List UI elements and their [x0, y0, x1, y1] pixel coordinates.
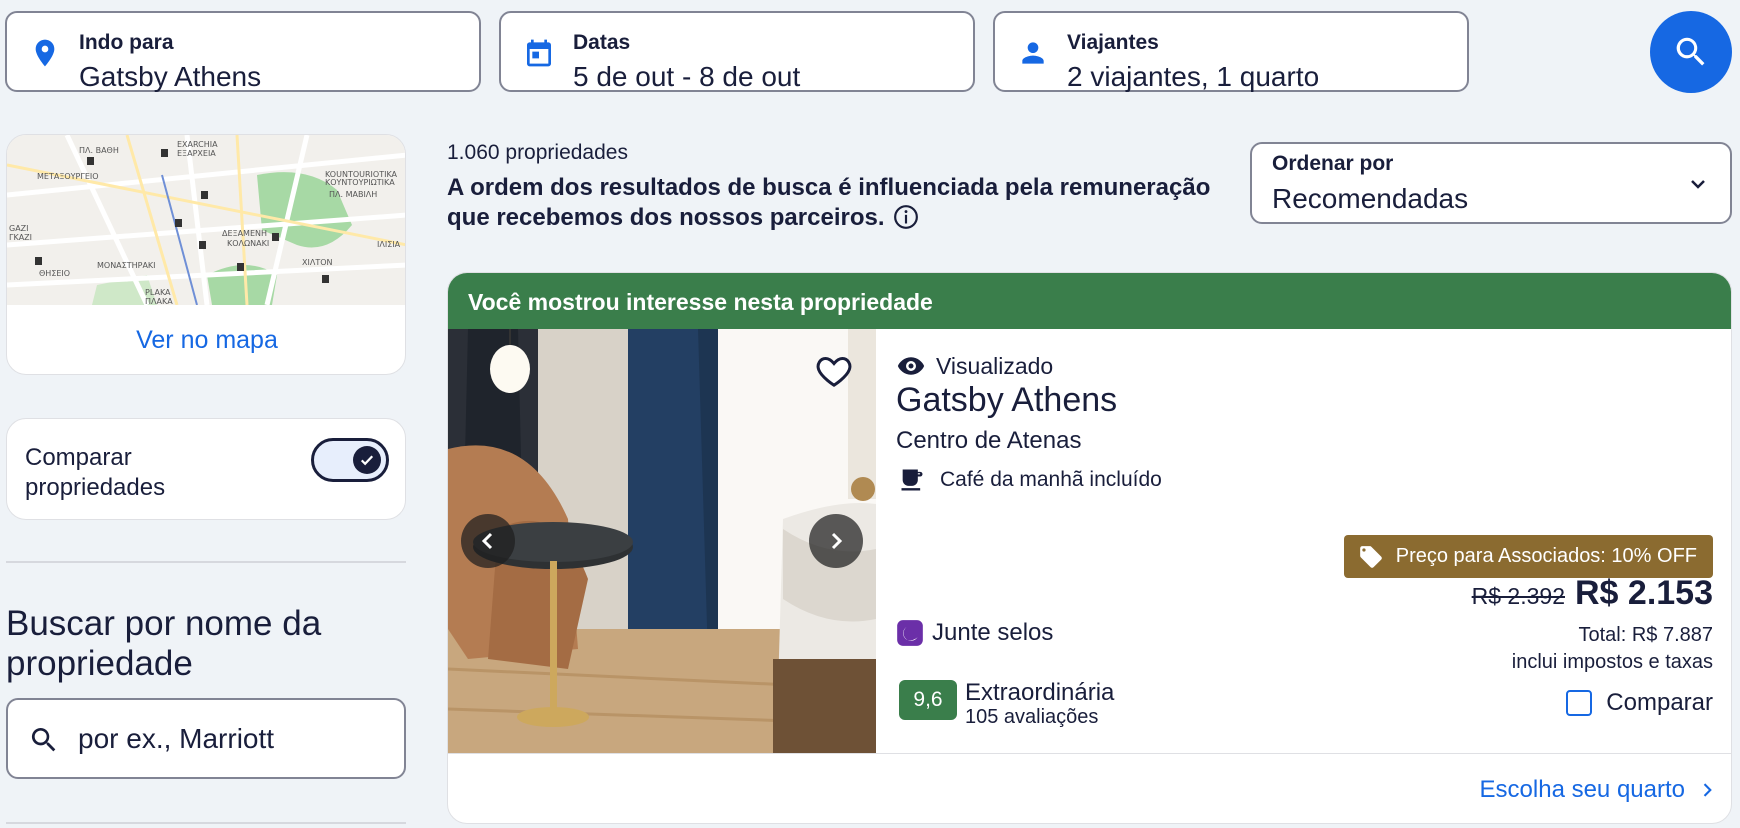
member-price-badge: Preço para Associados: 10% OFF [1343, 535, 1713, 578]
map-label: ΠΛΑΚΑ [145, 297, 173, 305]
sidebar-divider [6, 561, 406, 563]
search-button[interactable] [1650, 11, 1732, 93]
view-on-map-link[interactable]: Ver no mapa [7, 305, 405, 374]
eye-icon [897, 357, 925, 375]
person-icon [1022, 42, 1044, 64]
destination-label: Indo para [79, 31, 174, 54]
map-label: ΕΞΑΡΧΕΙΑ [177, 149, 216, 158]
search-icon [31, 728, 56, 752]
map-label: ΜΟΝΑΣΤΗΡΑΚΙ [97, 261, 156, 270]
checkbox-box[interactable] [1566, 690, 1593, 716]
viewed-indicator: Visualizado [896, 351, 1053, 381]
destination-field[interactable]: Indo para Gatsby Athens [5, 11, 481, 92]
map-label: ΘΗΣΕΙΟ [39, 269, 70, 278]
dates-label: Datas [573, 31, 631, 54]
property-photo[interactable] [448, 329, 876, 753]
rating-score: 9,6 [899, 680, 957, 720]
tag-icon [1359, 545, 1382, 568]
choose-room-label: Escolha seu quarto [1479, 776, 1685, 803]
compare-properties-card: Comparar propriedades [6, 418, 406, 520]
map-label: ΔΕΞΑΜΕΝΗ [222, 229, 267, 238]
map-label: ΜΕΤΑΞΟΥΡΓΕΙΟ [37, 172, 99, 181]
compare-properties-toggle[interactable] [311, 438, 389, 482]
taxes-note: inclui impostos e taxas [1511, 651, 1713, 673]
total-price: Total: R$ 7.887 [1578, 624, 1713, 646]
map-label: ΠΛ. ΒΑΘΗ [79, 146, 119, 155]
property-name[interactable]: Gatsby Athens [896, 381, 1117, 420]
property-info: Visualizado Gatsby Athens Centro de Aten… [896, 329, 1731, 753]
property-name-search-field[interactable] [6, 698, 406, 779]
previous-photo-button[interactable] [461, 514, 515, 568]
sidebar-divider [6, 822, 406, 824]
original-price: R$ 2.392 [1471, 583, 1565, 609]
chevron-right-icon [1703, 783, 1712, 797]
map-label: ΓΚΑΖΙ [9, 233, 32, 242]
stamps-icon [897, 620, 923, 646]
sort-label: Ordenar por [1272, 152, 1394, 175]
calendar-icon [527, 39, 551, 67]
choose-room-link[interactable]: Escolha seu quarto [1480, 776, 1717, 804]
property-card[interactable]: Você mostrou interesse nesta propriedade [447, 272, 1732, 824]
map-label: ΙΛΙΣΙΑ [377, 240, 401, 249]
member-price-label: Preço para Associados: 10% OFF [1395, 545, 1697, 567]
sort-value: Recomendadas [1272, 183, 1469, 214]
dates-field[interactable]: Datas 5 de out - 8 de out [499, 11, 975, 92]
property-location: Centro de Atenas [896, 427, 1082, 454]
chevron-right-icon [831, 532, 843, 550]
location-pin-icon [35, 39, 55, 67]
ranking-disclaimer: A ordem dos resultados de busca é influe… [447, 173, 1247, 233]
compare-checkbox[interactable]: Comparar [1566, 689, 1713, 717]
travelers-value: 2 viajantes, 1 quarto [1067, 61, 1320, 92]
amenity-breakfast: Café da manhã incluído [898, 466, 1162, 494]
rating-label: Extraordinária [965, 679, 1115, 706]
map-label: ΚΟΛΩΝΑΚΙ [227, 239, 269, 248]
chevron-down-icon [1691, 180, 1705, 189]
sort-dropdown[interactable]: Ordenar por Recomendadas [1250, 142, 1732, 224]
destination-value: Gatsby Athens [79, 61, 262, 92]
map-card[interactable]: ΠΛ. ΒΑΘΗ EXARCHIA ΕΞΑΡΧΕΙΑ ΜΕΤΑΞΟΥΡΓΕΙΟ … [6, 134, 406, 375]
dates-value: 5 de out - 8 de out [573, 61, 801, 92]
compare-properties-label: Comparar propriedades [25, 444, 166, 501]
heart-icon[interactable] [814, 351, 854, 391]
travelers-label: Viajantes [1067, 31, 1159, 54]
travelers-field[interactable]: Viajantes 2 viajantes, 1 quarto [993, 11, 1469, 92]
stamps-indicator: Junte selos [896, 619, 1053, 647]
check-icon [353, 446, 381, 474]
stamps-label: Junte selos [932, 619, 1054, 646]
results-count: 1.060 propriedades [447, 141, 628, 164]
viewed-label: Visualizado [936, 352, 1054, 379]
property-name-search-heading: Buscar por nome da propriedade [6, 604, 322, 683]
map-label: GAZI [9, 224, 29, 233]
search-icon [1676, 37, 1705, 66]
info-icon[interactable] [893, 204, 919, 230]
ranking-disclaimer-text: A ordem dos resultados de busca é influe… [447, 174, 1211, 231]
current-price: R$ 2.153 [1575, 574, 1713, 612]
map-thumbnail: ΠΛ. ΒΑΘΗ EXARCHIA ΕΞΑΡΧΕΙΑ ΜΕΤΑΞΟΥΡΓΕΙΟ … [7, 135, 405, 305]
map-label: ΚΟΥΝΤΟΥΡΙΩΤΙΚΑ [325, 178, 395, 187]
map-label: ΧΙΛΤΟΝ [302, 258, 332, 267]
map-label: PLAKA [145, 288, 171, 297]
chevron-left-icon [481, 532, 493, 550]
compare-checkbox-label: Comparar [1606, 689, 1713, 716]
review-count: 105 avaliações [965, 706, 1099, 728]
map-label: ΠΛ. ΜΑΒΙΛΗ [329, 190, 377, 199]
price-row: R$ 2.392 R$ 2.153 [1472, 574, 1713, 613]
next-photo-button[interactable] [809, 514, 863, 568]
interest-banner: Você mostrou interesse nesta propriedade [448, 273, 1731, 329]
amenity-label: Café da manhã incluído [940, 468, 1162, 491]
property-name-search-input[interactable] [78, 718, 388, 760]
map-label: EXARCHIA [177, 140, 218, 149]
coffee-icon [901, 469, 923, 491]
card-divider [448, 753, 1731, 754]
